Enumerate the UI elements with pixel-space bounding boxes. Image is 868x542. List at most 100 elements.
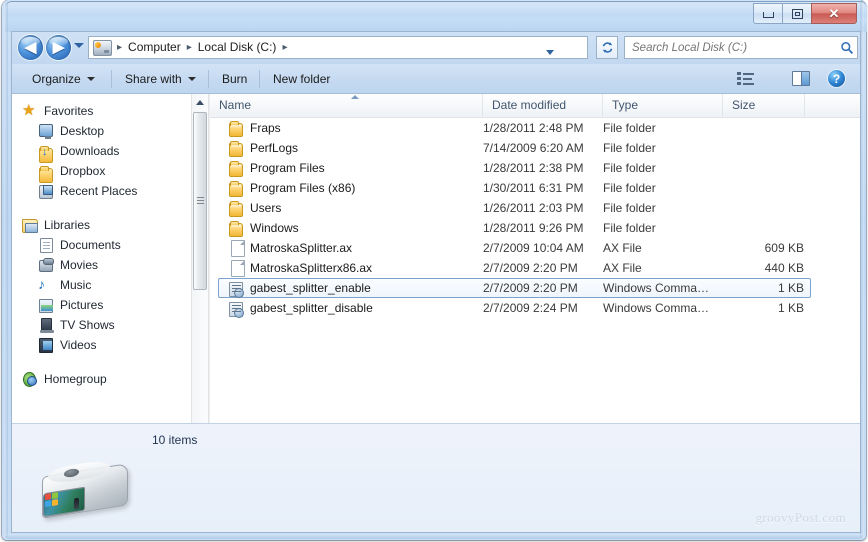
cell-name[interactable]: Windows — [228, 218, 299, 238]
search-input[interactable] — [625, 40, 837, 55]
cell-date-modified: 2/7/2009 2:24 PM — [483, 301, 578, 315]
scroll-up-button[interactable] — [192, 94, 208, 111]
burn-button[interactable]: Burn — [214, 64, 255, 93]
column-header-size[interactable]: Size — [723, 94, 805, 117]
sidebar-item-downloads[interactable]: ↓ Downloads — [12, 141, 191, 163]
file-icon — [228, 260, 245, 277]
folder-icon — [228, 160, 244, 177]
cell-name[interactable]: Fraps — [228, 118, 281, 138]
cell-name[interactable]: MatroskaSplitterx86.ax — [228, 258, 372, 278]
folder-icon — [228, 220, 244, 237]
address-dropdown-button[interactable] — [539, 41, 561, 64]
cell-type: File folder — [603, 161, 656, 175]
breadcrumb[interactable]: ▸ Computer ▸ Local Disk (C:) ▸ — [88, 36, 588, 59]
table-row[interactable]: Users 1/26/2011 2:03 PM File folder — [210, 198, 860, 218]
sidebar-item-dropbox[interactable]: Dropbox — [12, 161, 191, 183]
file-name-label: Fraps — [250, 121, 281, 135]
computer-icon — [93, 39, 112, 56]
help-button[interactable]: ? — [828, 64, 845, 93]
table-row[interactable]: Program Files (x86) 1/30/2011 6:31 PM File… — [210, 178, 860, 198]
maximize-button[interactable] — [782, 3, 811, 24]
cell-size: 609 KB — [764, 241, 804, 255]
icon-shape — [229, 221, 243, 237]
minimize-button[interactable] — [753, 3, 782, 24]
registry-icon — [228, 300, 244, 318]
nav-group-label: Homegroup — [44, 372, 107, 386]
breadcrumb-separator[interactable]: ▸ — [279, 37, 290, 58]
sidebar-item-movies[interactable]: Movies — [12, 255, 191, 275]
change-view-button[interactable] — [737, 64, 764, 93]
close-button[interactable]: ✕ — [811, 3, 857, 24]
minimize-icon — [762, 12, 774, 18]
table-row[interactable]: gabest_splitter_disable 2/7/2009 2:24 PM W… — [210, 298, 860, 318]
sidebar-item-tv-shows[interactable]: TV Shows — [12, 315, 191, 335]
cell-type: AX File — [603, 241, 642, 255]
sidebar-item-label: TV Shows — [60, 318, 115, 332]
organize-button[interactable]: Organize — [24, 64, 103, 93]
sidebar-item-recent-places[interactable]: Recent Places — [12, 181, 191, 201]
cell-size — [665, 218, 804, 238]
nav-group-libraries[interactable]: Libraries — [12, 215, 191, 235]
cell-name[interactable]: gabest_splitter_enable — [228, 278, 371, 298]
cell-size: 1 KB — [777, 301, 804, 315]
cell-name[interactable]: Program Files (x86) — [228, 178, 355, 198]
breadcrumb-separator[interactable]: ▸ — [114, 37, 125, 58]
search-box[interactable] — [624, 36, 858, 59]
file-name-label: MatroskaSplitter.ax — [250, 241, 353, 255]
table-row[interactable]: MatroskaSplitter.ax 2/7/2009 10:04 AM AX F… — [210, 238, 860, 258]
cell-name[interactable]: Program Files — [228, 158, 325, 178]
table-row[interactable]: MatroskaSplitterx86.ax 2/7/2009 2:20 PM AX… — [210, 258, 860, 278]
new-folder-button[interactable]: New folder — [265, 64, 338, 93]
sidebar-item-videos[interactable]: Videos — [12, 335, 191, 355]
title-bar[interactable] — [5, 1, 867, 32]
scrollbar-grip-icon — [197, 197, 204, 205]
local-disk-icon — [34, 459, 134, 519]
sidebar-item-pictures[interactable]: Pictures — [12, 295, 191, 315]
libraries-icon — [22, 217, 38, 233]
cell-name[interactable]: Users — [228, 198, 281, 218]
icon-shape — [231, 240, 245, 257]
table-row[interactable]: Windows 1/28/2011 9:26 PM File folder — [210, 218, 860, 238]
recent-pages-chevron-down-icon[interactable] — [74, 43, 84, 48]
cell-name[interactable]: PerfLogs — [228, 138, 298, 158]
table-row[interactable]: PerfLogs 7/14/2009 6:20 AM File folder — [210, 138, 860, 158]
window-bottom-border — [4, 534, 864, 539]
column-header-name[interactable]: Name — [210, 94, 483, 117]
folder-icon — [38, 163, 54, 183]
sidebar-item-label: Music — [60, 278, 92, 292]
cell-type: File folder — [603, 221, 656, 235]
file-name-label: MatroskaSplitterx86.ax — [250, 261, 373, 275]
cell-date-modified: 7/14/2009 6:20 AM — [483, 141, 584, 155]
cell-date-modified: 1/28/2011 9:26 PM — [483, 221, 584, 235]
column-header-date-modified[interactable]: Date modified — [483, 94, 603, 117]
breadcrumb-item-computer[interactable]: Computer — [125, 37, 184, 58]
refresh-button[interactable] — [596, 36, 618, 59]
table-row[interactable]: gabest_splitter_enable 2/7/2009 2:20 PM Wi… — [210, 278, 860, 298]
share-with-button[interactable]: Share with — [117, 64, 204, 93]
nav-group-favorites[interactable]: ★ Favorites — [12, 101, 191, 121]
forward-button[interactable]: ▶ — [46, 35, 71, 60]
breadcrumb-separator[interactable]: ▸ — [184, 37, 195, 58]
sidebar-item-music[interactable]: ♪ Music — [12, 275, 191, 295]
recent-places-icon — [38, 183, 54, 199]
icon-shape — [231, 260, 245, 277]
nav-group-homegroup[interactable]: Homegroup — [12, 369, 191, 389]
file-name-label: Windows — [250, 221, 299, 235]
back-button[interactable]: ◀ — [18, 35, 43, 60]
sidebar-item-desktop[interactable]: Desktop — [12, 121, 191, 141]
refresh-icon — [602, 42, 612, 53]
search-icon[interactable] — [837, 41, 857, 55]
breadcrumb-item-local-disk[interactable]: Local Disk (C:) — [195, 37, 280, 58]
sidebar-item-label: Documents — [60, 238, 121, 252]
scrollbar-thumb[interactable] — [193, 112, 207, 290]
column-header-type[interactable]: Type — [603, 94, 723, 117]
cell-name[interactable]: gabest_splitter_disable — [228, 298, 373, 318]
cell-name[interactable]: MatroskaSplitter.ax — [228, 238, 352, 258]
table-row[interactable]: Program Files 1/28/2011 2:38 PM File folde… — [210, 158, 860, 178]
preview-pane-button[interactable] — [792, 64, 810, 93]
table-row[interactable]: Fraps 1/28/2011 2:48 PM File folder — [210, 118, 860, 138]
folder-icon — [228, 140, 244, 157]
cell-size — [665, 138, 804, 158]
desktop-background: ✕ ◀ ▶ ▸ Computer ▸ Local Disk (C:) ▸ Sea… — [0, 0, 868, 542]
sidebar-item-documents[interactable]: Documents — [12, 235, 191, 255]
